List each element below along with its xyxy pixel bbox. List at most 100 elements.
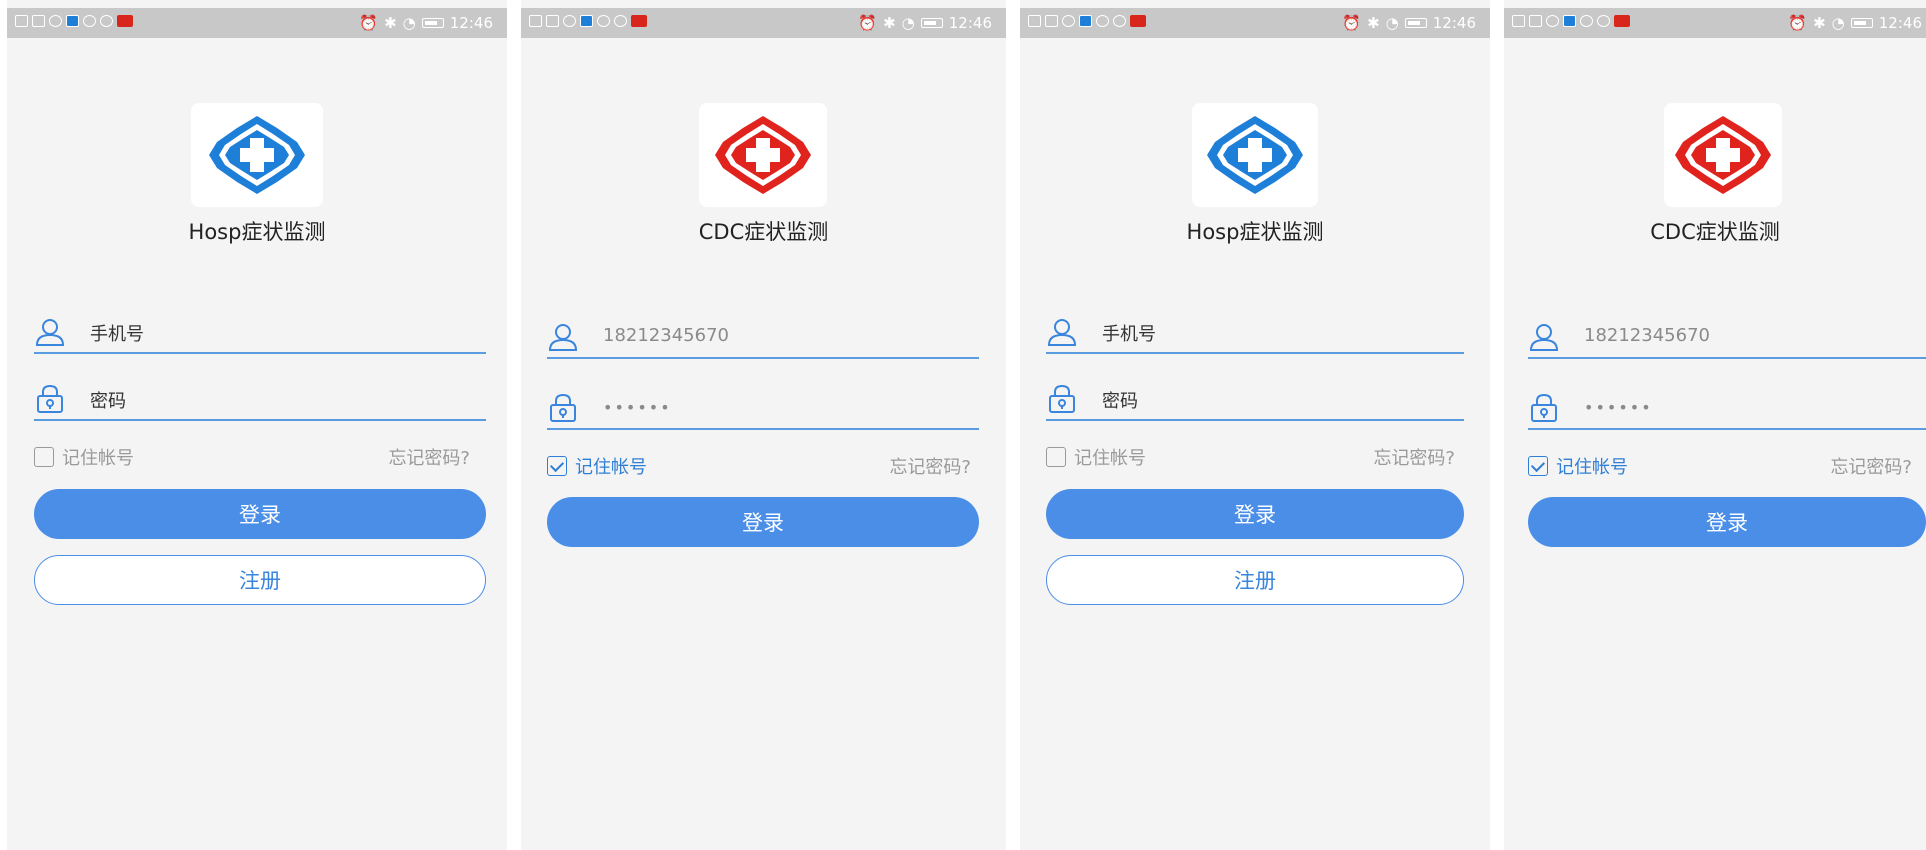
status-time: 12:46 — [449, 14, 493, 32]
phone-field[interactable]: 18212345670 — [547, 319, 979, 359]
app-logo — [1192, 103, 1318, 207]
status-icons-left — [1028, 15, 1146, 27]
speed-icon: ◔ — [901, 14, 915, 32]
app-logo — [1664, 103, 1782, 207]
medical-cross-logo-icon — [1207, 116, 1303, 194]
register-button[interactable]: 注册 — [1046, 555, 1464, 605]
alarm-icon: ⏰ — [858, 14, 878, 32]
lock-icon — [1531, 393, 1557, 422]
password-field[interactable]: 密码 — [1046, 381, 1464, 421]
user-icon — [548, 324, 578, 351]
target-icon — [1113, 15, 1126, 27]
phone-screen-hosp-1: ⏰ ✱ ◔ 12:46 Hosp症状监测 手机号 密码 记住帐号 忘记密码? 登… — [7, 0, 507, 850]
news-notification-icon — [1130, 15, 1146, 27]
forgot-password-link[interactable]: 忘记密码? — [1373, 444, 1455, 470]
app-logo — [191, 103, 323, 207]
password-field[interactable]: 密码 — [34, 381, 486, 421]
signal-icon — [546, 15, 559, 27]
target-icon — [614, 15, 627, 27]
app-notification-icon — [1563, 15, 1576, 27]
sync-icon — [1580, 15, 1593, 27]
remember-account-label: 记住帐号 — [575, 457, 647, 478]
battery-icon — [920, 18, 943, 28]
password-input[interactable]: 密码 — [90, 387, 126, 413]
phone-input[interactable]: 手机号 — [90, 320, 144, 346]
hd-icon — [529, 15, 542, 27]
status-icons-left — [15, 15, 133, 27]
phone-field[interactable]: 手机号 — [34, 314, 486, 354]
remember-account-checkbox[interactable]: 记住帐号 — [1046, 444, 1146, 470]
user-icon — [35, 319, 65, 346]
password-input[interactable]: 密码 — [1102, 387, 1138, 413]
phone-input[interactable]: 18212345670 — [603, 325, 729, 346]
alarm-icon: ⏰ — [359, 14, 379, 32]
signal-icon — [1529, 15, 1542, 27]
remember-account-label: 记住帐号 — [62, 448, 134, 469]
login-button[interactable]: 登录 — [34, 489, 486, 539]
wifi-icon — [563, 15, 576, 27]
phone-underline — [1528, 357, 1926, 359]
remember-account-checkbox[interactable]: 记住帐号 — [1528, 453, 1628, 479]
status-bar: ⏰ ✱ ◔ 12:46 — [521, 8, 1006, 38]
app-notification-icon — [1079, 15, 1092, 27]
status-bar: ⏰ ✱ ◔ 12:46 — [1504, 8, 1926, 38]
phone-screen-hosp-2: ⏰ ✱ ◔ 12:46 Hosp症状监测 手机号 密码 记住帐号 忘记密码? 登… — [1020, 0, 1490, 850]
signal-icon — [32, 15, 45, 27]
remember-account-label: 记住帐号 — [1556, 457, 1628, 478]
checkbox-icon[interactable] — [34, 447, 54, 467]
bluetooth-icon: ✱ — [883, 14, 896, 32]
battery-icon — [421, 18, 444, 28]
status-icons-right: ⏰ ✱ ◔ 12:46 — [1788, 14, 1922, 32]
remember-account-checkbox[interactable]: 记住帐号 — [34, 444, 134, 470]
sync-icon — [1096, 15, 1109, 27]
password-underline — [1046, 419, 1464, 421]
app-logo — [699, 103, 827, 207]
phone-input[interactable]: 18212345670 — [1584, 325, 1710, 346]
checkbox-checked-icon[interactable] — [1528, 456, 1548, 476]
phone-underline — [547, 357, 979, 359]
checkbox-checked-icon[interactable] — [547, 456, 567, 476]
medical-cross-logo-icon — [209, 116, 305, 194]
password-underline — [547, 428, 979, 430]
phone-screen-cdc-1: ⏰ ✱ ◔ 12:46 CDC症状监测 18212345670 •••••• 记… — [521, 0, 1006, 850]
battery-icon — [1850, 18, 1873, 28]
phone-field[interactable]: 18212345670 — [1528, 319, 1926, 359]
password-field[interactable]: •••••• — [1528, 390, 1926, 430]
lock-icon — [1049, 384, 1075, 413]
speed-icon: ◔ — [1385, 14, 1399, 32]
password-underline — [34, 419, 486, 421]
status-icons-left — [529, 15, 647, 27]
login-button[interactable]: 登录 — [547, 497, 979, 547]
status-time: 12:46 — [948, 14, 992, 32]
user-icon — [1047, 319, 1077, 346]
app-title: Hosp症状监测 — [1186, 220, 1324, 244]
news-notification-icon — [631, 15, 647, 27]
sync-icon — [597, 15, 610, 27]
forgot-password-link[interactable]: 忘记密码? — [1830, 453, 1912, 479]
forgot-password-link[interactable]: 忘记密码? — [388, 444, 470, 470]
status-bar: ⏰ ✱ ◔ 12:46 — [7, 8, 507, 38]
password-input[interactable]: •••••• — [603, 398, 672, 417]
news-notification-icon — [117, 15, 133, 27]
password-input[interactable]: •••••• — [1584, 398, 1653, 417]
remember-account-checkbox[interactable]: 记住帐号 — [547, 453, 647, 479]
battery-icon — [1404, 18, 1427, 28]
status-bar: ⏰ ✱ ◔ 12:46 — [1020, 8, 1490, 38]
medical-cross-logo-icon — [1675, 116, 1771, 194]
phone-input[interactable]: 手机号 — [1102, 320, 1156, 346]
forgot-password-link[interactable]: 忘记密码? — [889, 453, 971, 479]
login-button[interactable]: 登录 — [1046, 489, 1464, 539]
checkbox-icon[interactable] — [1046, 447, 1066, 467]
password-field[interactable]: •••••• — [547, 390, 979, 430]
status-icons-right: ⏰ ✱ ◔ 12:46 — [1342, 14, 1476, 32]
app-title: CDC症状监测 — [698, 220, 829, 244]
sync-icon — [83, 15, 96, 27]
phone-field[interactable]: 手机号 — [1046, 314, 1464, 354]
wifi-icon — [49, 15, 62, 27]
target-icon — [1597, 15, 1610, 27]
register-button[interactable]: 注册 — [34, 555, 486, 605]
app-title: CDC症状监测 — [1650, 220, 1780, 244]
speed-icon: ◔ — [402, 14, 416, 32]
login-button[interactable]: 登录 — [1528, 497, 1926, 547]
bluetooth-icon: ✱ — [1367, 14, 1380, 32]
